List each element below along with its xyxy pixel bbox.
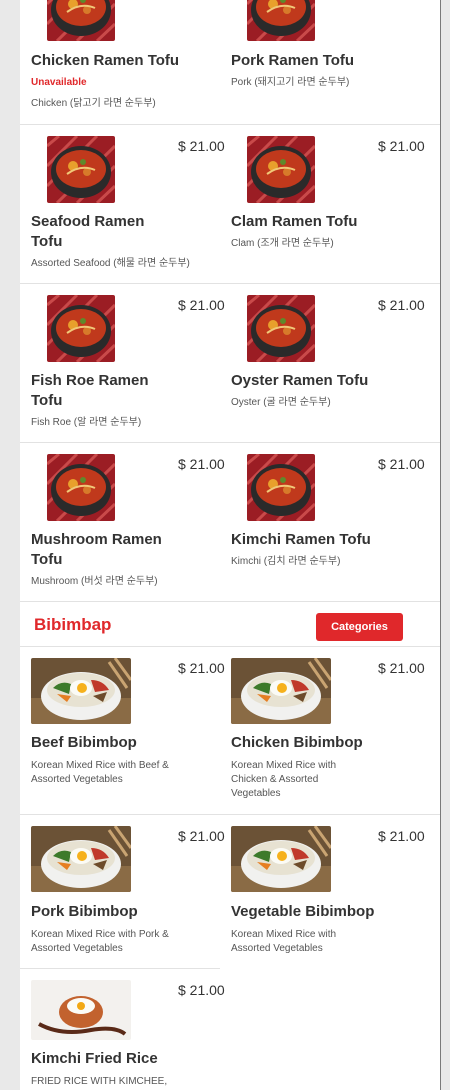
item-name: Pork Ramen Tofu [231,52,355,69]
item-photo [231,826,331,892]
menu-item-kimchi-ramen-tofu[interactable]: $ 21.00 Kimchi Ramen Tofu Kimchi (김치 라면 … [220,443,425,601]
item-price: $ 21.00 [178,982,225,998]
menu-item-pork-bibimbop[interactable]: $ 21.00 Pork Bibimbop Korean Mixed Rice … [20,815,225,969]
item-photo [247,0,315,41]
menu-item-vegetable-bibimbop[interactable]: $ 21.00 Vegetable Bibimbop Korean Mixed … [220,815,425,969]
item-price: $ 21.00 [178,828,225,844]
item-price: $ 21.00 [178,138,225,154]
item-name: Kimchi Fried Rice [31,1050,158,1067]
frame-border [440,0,441,1090]
menu-row: $ 21.00 Beef Bibimbop Korean Mixed Rice … [20,647,440,815]
item-description: Pork (돼지고기 라면 순두부) [231,77,350,88]
item-price: $ 21.00 [378,828,425,844]
item-photo [247,136,315,203]
item-photo [47,136,115,203]
menu-item-chicken-ramen-tofu[interactable]: Chicken Ramen Tofu Unavailable Chicken (… [20,0,220,124]
unavailable-badge: Unavailable [31,77,87,88]
item-price: $ 21.00 [178,660,225,676]
menu-item-chicken-bibimbop[interactable]: $ 21.00 Chicken Bibimbop Korean Mixed Ri… [220,647,425,814]
item-price: $ 21.00 [378,138,425,154]
item-photo [31,658,131,724]
item-name: Vegetable Bibimbop [231,903,375,920]
item-price: $ 21.00 [178,456,225,472]
item-description: FRIED RICE WITH KIMCHEE, [31,1076,168,1087]
item-price: $ 21.00 [178,297,225,313]
categories-button[interactable]: Categories [316,613,403,641]
category-header-bibimbap: Bibimbap Categories [20,601,440,647]
menu-item-kimchi-fried-rice[interactable]: $ 21.00 Kimchi Fried Rice FRIED RICE WIT… [20,969,225,1090]
menu-item-fish-roe-ramen-tofu[interactable]: $ 21.00 Fish Roe Ramen Tofu Fish Roe (알 … [20,284,225,442]
category-title: Bibimbap [34,615,112,634]
item-photo [31,826,131,892]
item-description: Korean Mixed Rice with Assorted Vegetabl… [231,929,337,954]
menu-item-oyster-ramen-tofu[interactable]: $ 21.00 Oyster Ramen Tofu Oyster (굴 라면 순… [220,284,425,442]
item-description: Mushroom (버섯 라면 순두부) [31,576,158,587]
menu-item-beef-bibimbop[interactable]: $ 21.00 Beef Bibimbop Korean Mixed Rice … [20,647,225,814]
menu-item-pork-ramen-tofu[interactable]: Pork Ramen Tofu Pork (돼지고기 라면 순두부) [220,0,420,124]
item-name: Fish Roe Ramen Tofu [31,372,149,409]
menu-row: $ 21.00 Kimchi Fried Rice FRIED RICE WIT… [20,969,440,1090]
item-photo [247,295,315,362]
item-photo [47,0,115,41]
item-photo [47,295,115,362]
item-description: Oyster (굴 라면 순두부) [231,397,331,408]
item-name: Clam Ramen Tofu [231,213,358,230]
item-description: Korean Mixed Rice with Beef & Assorted V… [31,760,169,785]
item-name: Pork Bibimbop [31,903,138,920]
menu-row: $ 21.00 Pork Bibimbop Korean Mixed Rice … [20,815,440,969]
item-description: Clam (조개 라면 순두부) [231,238,334,249]
menu-item-seafood-ramen-tofu[interactable]: $ 21.00 Seafood Ramen Tofu Assorted Seaf… [20,125,225,283]
item-photo [31,980,131,1040]
item-name: Kimchi Ramen Tofu [231,531,371,548]
item-name: Seafood Ramen Tofu [31,213,145,250]
item-description: Korean Mixed Rice with Chicken & Assorte… [231,760,337,799]
item-photo [247,454,315,521]
menu-row: $ 21.00 Fish Roe Ramen Tofu Fish Roe (알 … [20,284,440,443]
item-name: Oyster Ramen Tofu [231,372,369,389]
item-photo [47,454,115,521]
item-description: Assorted Seafood (해물 라면 순두부) [31,258,190,269]
item-name: Chicken Ramen Tofu [31,52,180,69]
menu-page: Chicken Ramen Tofu Unavailable Chicken (… [20,0,440,1090]
menu-item-clam-ramen-tofu[interactable]: $ 21.00 Clam Ramen Tofu Clam (조개 라면 순두부) [220,125,425,283]
item-name: Beef Bibimbop [31,734,137,751]
item-description: Fish Roe (알 라면 순두부) [31,417,142,428]
item-description: Korean Mixed Rice with Pork & Assorted V… [31,929,169,954]
item-description: Chicken (닭고기 라면 순두부) [31,98,156,109]
item-price: $ 21.00 [378,456,425,472]
item-price: $ 21.00 [378,297,425,313]
menu-item-mushroom-ramen-tofu[interactable]: $ 21.00 Mushroom Ramen Tofu Mushroom (버섯… [20,443,225,601]
item-description: Kimchi (김치 라면 순두부) [231,556,341,567]
menu-row: $ 21.00 Mushroom Ramen Tofu Mushroom (버섯… [20,443,440,601]
item-photo [231,658,331,724]
menu-row: Chicken Ramen Tofu Unavailable Chicken (… [20,0,440,125]
item-name: Chicken Bibimbop [231,734,363,751]
menu-row: $ 21.00 Seafood Ramen Tofu Assorted Seaf… [20,125,440,284]
item-price: $ 21.00 [378,660,425,676]
item-name: Mushroom Ramen Tofu [31,531,162,568]
